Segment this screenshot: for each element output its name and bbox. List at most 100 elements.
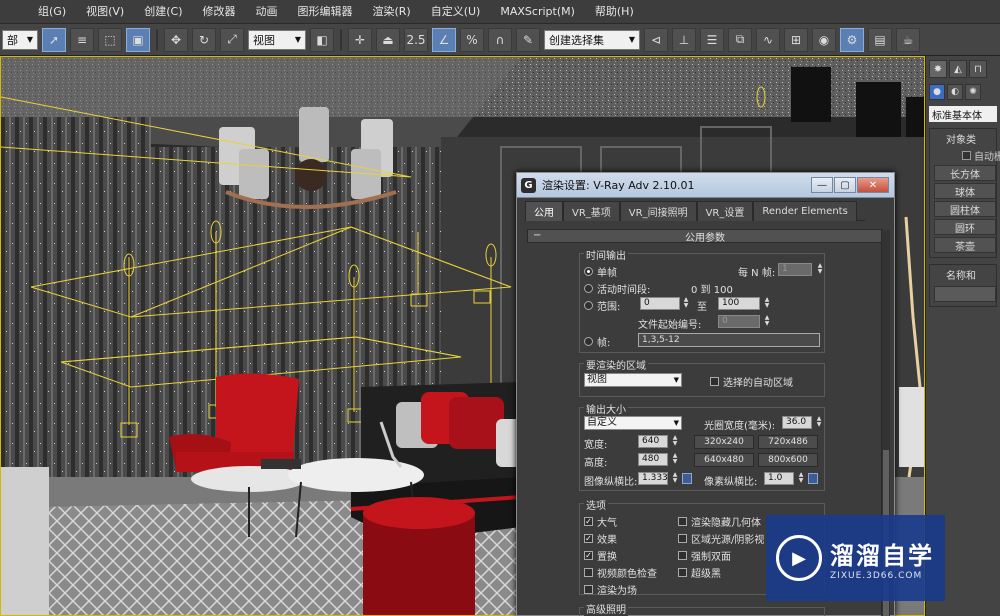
- menu-maxscript[interactable]: MAXScript(M): [490, 0, 585, 24]
- render-setup-icon[interactable]: ⚙: [840, 27, 864, 52]
- teapot-button[interactable]: 茶壶: [934, 237, 996, 253]
- menu-animation[interactable]: 动画: [245, 0, 287, 24]
- lock-icon[interactable]: [808, 473, 818, 484]
- every-nth-spinner[interactable]: 1: [778, 263, 812, 276]
- geometry-icon[interactable]: ●: [929, 84, 945, 100]
- spinner-arrows-icon[interactable]: ▲ ▼: [815, 416, 823, 429]
- atmospherics-checkbox[interactable]: ✓ 大气: [584, 514, 617, 529]
- mirror-icon[interactable]: ⊲: [644, 27, 668, 52]
- box-button[interactable]: 长方体: [934, 165, 996, 181]
- force-2-sided-checkbox[interactable]: 强制双面: [678, 548, 731, 563]
- spinner-arrows-icon[interactable]: ▲ ▼: [671, 435, 679, 448]
- select-by-name-icon[interactable]: ≡: [70, 27, 94, 52]
- range-start-spinner[interactable]: 0: [640, 297, 680, 310]
- tab-render-elements[interactable]: Render Elements: [753, 201, 857, 221]
- spinner-arrows-icon[interactable]: ▲ ▼: [682, 297, 690, 310]
- menu-view[interactable]: 视图(V): [76, 0, 134, 24]
- window-crossing-icon[interactable]: ▣: [126, 27, 150, 52]
- menu-group[interactable]: 组(G): [28, 0, 76, 24]
- spinner-arrows-icon[interactable]: ▲ ▼: [763, 297, 771, 310]
- menu-graph-editors[interactable]: 图形编辑器: [287, 0, 362, 24]
- layer-manager-icon[interactable]: ☰: [700, 27, 724, 52]
- hierarchy-tab-icon[interactable]: ⊓: [969, 60, 987, 78]
- pivot-center-icon[interactable]: ◧: [310, 27, 334, 52]
- preset-720x486-button[interactable]: 720x486: [758, 435, 818, 449]
- percent-snap-icon[interactable]: %: [460, 27, 484, 52]
- area-dropdown[interactable]: 视图 ▼: [584, 373, 682, 387]
- effects-checkbox[interactable]: ✓ 效果: [584, 531, 617, 546]
- displacement-checkbox[interactable]: ✓ 置换: [584, 548, 617, 563]
- shapes-icon[interactable]: ◐: [947, 84, 963, 100]
- curve-editor-icon[interactable]: ∿: [756, 27, 780, 52]
- named-selection-dropdown[interactable]: 创建选择集 ▼: [544, 29, 640, 50]
- schematic-view-icon[interactable]: ⊞: [784, 27, 808, 52]
- menu-modifiers[interactable]: 修改器: [192, 0, 245, 24]
- render-production-icon[interactable]: ☕: [896, 27, 920, 52]
- super-black-checkbox[interactable]: 超级黑: [678, 565, 721, 580]
- spinner-arrows-icon[interactable]: ▲ ▼: [816, 263, 824, 276]
- angle-snap-icon[interactable]: ∠: [432, 27, 456, 52]
- modify-tab-icon[interactable]: ◭: [949, 60, 967, 78]
- auto-region-checkbox[interactable]: 选择的自动区域: [710, 374, 793, 389]
- single-frame-radio[interactable]: 单帧: [584, 264, 617, 279]
- spinner-arrows-icon[interactable]: ▲ ▼: [797, 472, 805, 485]
- minimize-icon[interactable]: —: [811, 177, 833, 193]
- select-manipulate-icon[interactable]: ✛: [348, 27, 372, 52]
- selection-filter-dropdown[interactable]: 部 ▼: [2, 29, 38, 50]
- video-color-check-checkbox[interactable]: 视频颜色检查: [584, 565, 657, 580]
- torus-button[interactable]: 圆环: [934, 219, 996, 235]
- maximize-icon[interactable]: ▢: [834, 177, 856, 193]
- range-end-spinner[interactable]: 100: [718, 297, 760, 310]
- lights-icon[interactable]: ✺: [965, 84, 981, 100]
- pixel-aspect-spinner[interactable]: 1.0: [764, 472, 794, 485]
- height-spinner[interactable]: 480: [638, 453, 668, 466]
- rect-selection-icon[interactable]: ⬚: [98, 27, 122, 52]
- frames-radio[interactable]: 帧:: [584, 334, 610, 349]
- render-to-fields-checkbox[interactable]: 渲染为场: [584, 582, 637, 597]
- edit-named-selection-icon[interactable]: ✎: [516, 27, 540, 52]
- spinner-arrows-icon[interactable]: ▲ ▼: [671, 472, 679, 485]
- range-radio[interactable]: 范围:: [584, 298, 620, 313]
- active-segment-radio[interactable]: 活动时间段:: [584, 281, 650, 296]
- material-editor-icon[interactable]: ◉: [812, 27, 836, 52]
- spinner-arrows-icon[interactable]: ▲ ▼: [671, 453, 679, 466]
- scale-icon[interactable]: ⤢: [220, 27, 244, 52]
- snap-angle-icon[interactable]: 2.5: [404, 27, 428, 52]
- dialog-titlebar[interactable]: G 渲染设置: V-Ray Adv 2.10.01 — ▢ ✕: [517, 173, 894, 198]
- tab-vr-base[interactable]: VR_基项: [563, 201, 620, 221]
- width-spinner[interactable]: 640: [638, 435, 668, 448]
- output-size-dropdown[interactable]: 自定义 ▼: [584, 416, 682, 430]
- menu-help[interactable]: 帮助(H): [585, 0, 644, 24]
- area-lights-shadows-checkbox[interactable]: 区域光源/阴影视: [678, 531, 764, 546]
- scene-explorer-icon[interactable]: ⧉: [728, 27, 752, 52]
- close-icon[interactable]: ✕: [857, 177, 889, 193]
- spinner-arrows-icon[interactable]: ▲ ▼: [763, 315, 771, 328]
- create-tab-icon[interactable]: ✸: [929, 60, 947, 78]
- primitive-type-dropdown[interactable]: 标准基本体: [929, 106, 997, 122]
- preset-640x480-button[interactable]: 640x480: [694, 453, 754, 467]
- preset-800x600-button[interactable]: 800x600: [758, 453, 818, 467]
- spinner-snap-icon[interactable]: ∩: [488, 27, 512, 52]
- common-params-rollout[interactable]: − 公用参数: [527, 229, 883, 244]
- frames-input[interactable]: 1,3,5-12: [638, 333, 820, 347]
- align-icon[interactable]: ⊥: [672, 27, 696, 52]
- render-hidden-geometry-checkbox[interactable]: 渲染隐藏几何体: [678, 514, 761, 529]
- lock-icon[interactable]: [682, 473, 692, 484]
- select-object-icon[interactable]: ➚: [42, 27, 66, 52]
- object-name-field[interactable]: [934, 286, 996, 302]
- autogrid-checkbox[interactable]: 自动栅: [934, 148, 1000, 163]
- file-number-spinner[interactable]: 0: [718, 315, 760, 328]
- reference-coord-dropdown[interactable]: 视图 ▼: [248, 29, 306, 50]
- rotate-icon[interactable]: ↻: [192, 27, 216, 52]
- move-icon[interactable]: ✥: [164, 27, 188, 52]
- image-aspect-spinner[interactable]: 1.333: [638, 472, 668, 485]
- tab-vr-settings[interactable]: VR_设置: [696, 201, 754, 221]
- tab-common[interactable]: 公用: [525, 201, 563, 221]
- keyboard-shortcut-icon[interactable]: ⏏: [376, 27, 400, 52]
- menu-create[interactable]: 创建(C): [134, 0, 192, 24]
- tab-vr-gi[interactable]: VR_间接照明: [619, 201, 697, 221]
- aperture-spinner[interactable]: 36.0: [782, 416, 812, 429]
- menu-customize[interactable]: 自定义(U): [421, 0, 491, 24]
- menu-rendering[interactable]: 渲染(R): [362, 0, 420, 24]
- rendered-frame-window-icon[interactable]: ▤: [868, 27, 892, 52]
